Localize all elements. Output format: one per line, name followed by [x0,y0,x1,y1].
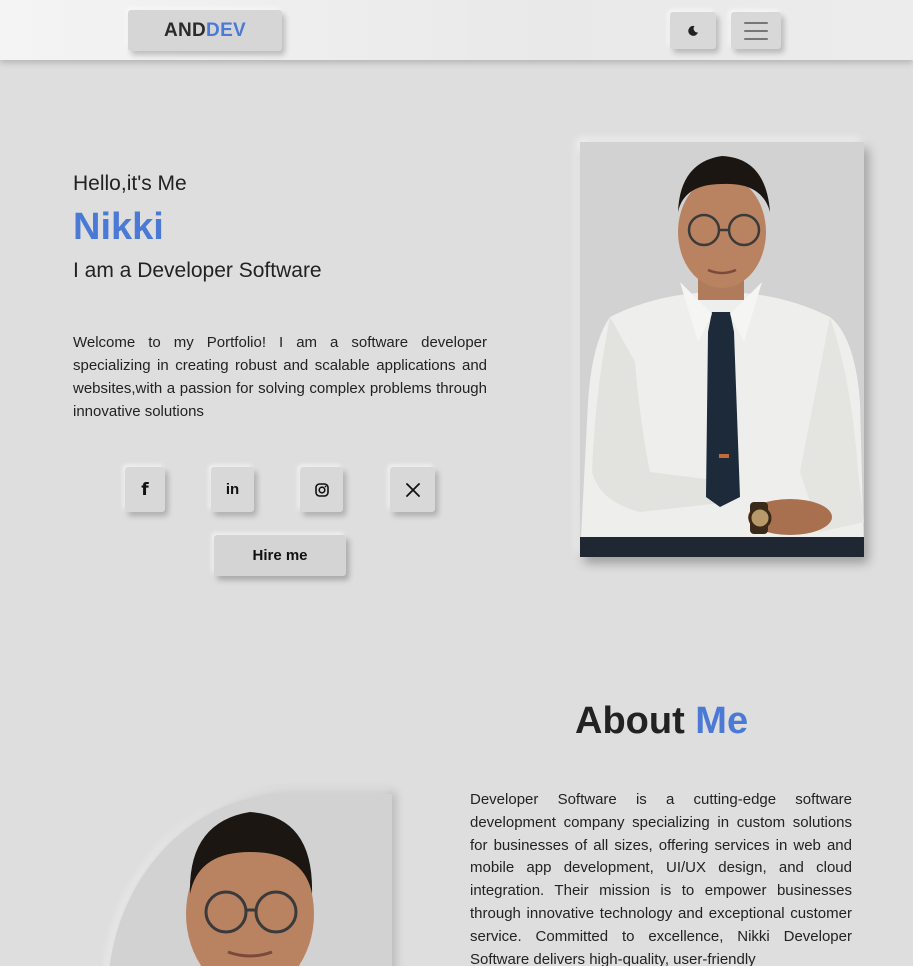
linkedin-button[interactable]: in [211,467,254,512]
moon-icon [688,25,698,36]
about-profile-photo [108,794,392,966]
x-twitter-icon [405,482,420,497]
hamburger-menu-icon [744,21,768,40]
person-portrait-illustration [108,794,392,966]
logo-text-and: AND [163,19,207,41]
top-navbar: AND DEV [0,0,913,60]
facebook-button[interactable]: f [125,467,165,512]
instagram-button[interactable] [300,467,343,512]
site-logo[interactable]: AND DEV [128,10,282,51]
hero-role: I am a Developer Software [73,259,322,282]
hero-profile-photo [580,142,864,557]
hero-intro: Welcome to my Portfolio! I am a software… [73,334,487,420]
instagram-icon [314,482,329,497]
about-heading-text: About [575,700,696,742]
hero-greeting: Hello,it's Me [73,172,187,195]
linkedin-icon: in [225,481,240,498]
menu-button[interactable] [731,12,781,49]
facebook-icon: f [141,479,149,500]
hero-name: Nikki [73,206,164,248]
hire-me-button[interactable]: Hire me [214,535,346,576]
person-portrait-illustration [580,142,864,557]
x-twitter-button[interactable] [390,467,435,512]
logo-text-dev: DEV [206,19,247,41]
about-heading-accent: Me [695,700,749,742]
about-heading: About Me [575,700,748,743]
about-description: Developer Software is a cutting-edge sof… [470,791,852,966]
theme-toggle-button[interactable] [670,12,716,49]
